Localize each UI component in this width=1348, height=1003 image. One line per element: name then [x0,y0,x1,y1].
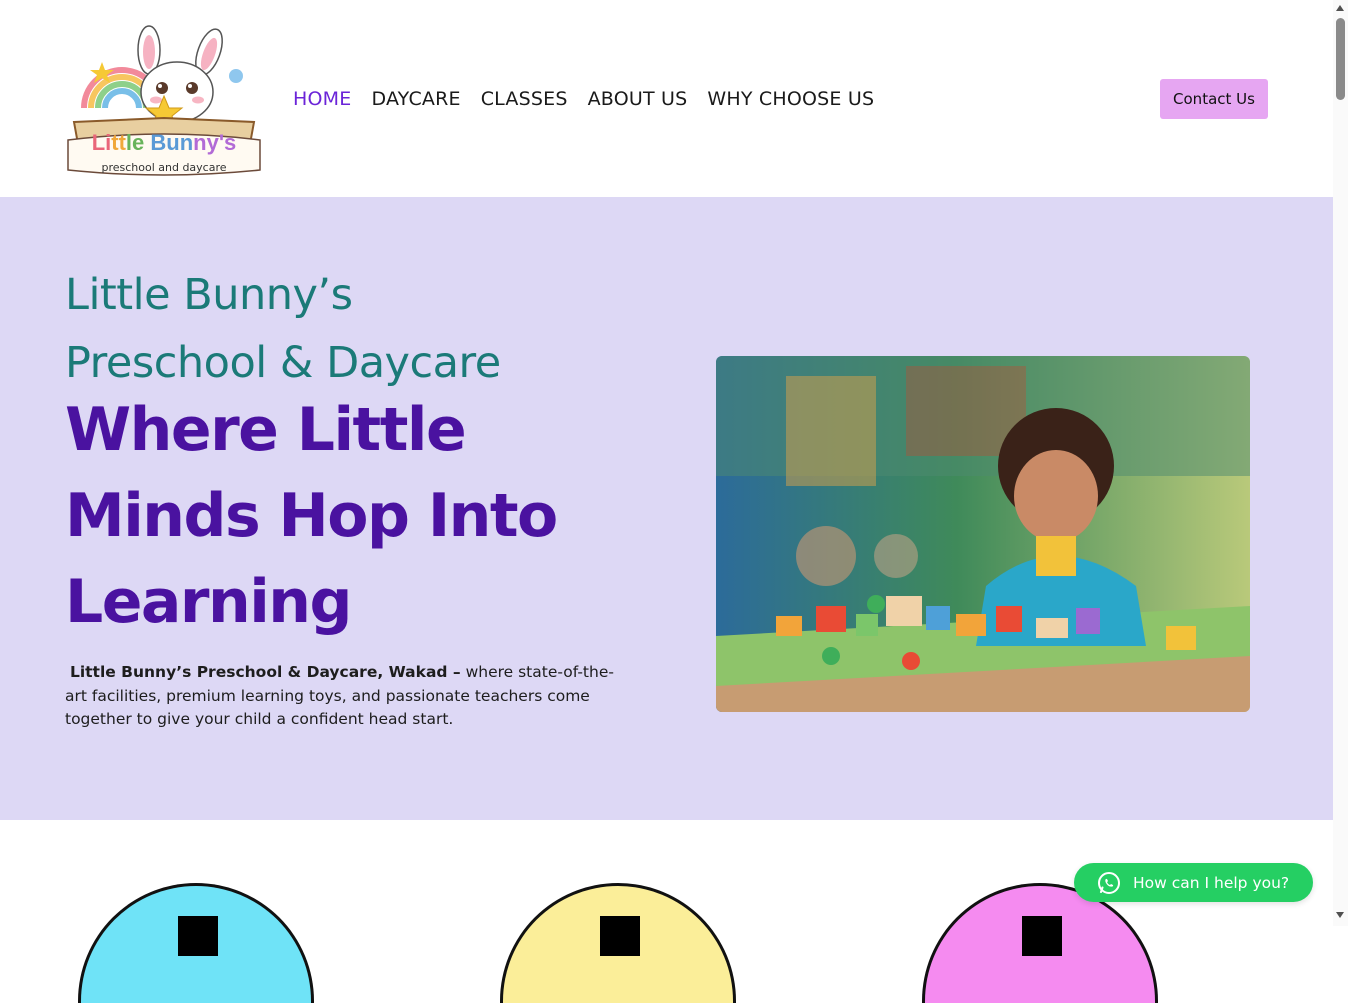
scrollbar-thumb[interactable] [1336,18,1345,100]
contact-us-button[interactable]: Contact Us [1160,79,1268,119]
whatsapp-chat-label: How can I help you? [1133,873,1290,892]
logo-subtitle: preschool and daycare [101,161,227,174]
nav-item-home[interactable]: HOME [293,86,351,112]
nav-item-why-choose-us[interactable]: WHY CHOOSE US [707,86,874,112]
feature-card-1 [78,883,314,1003]
hero-title-line-2: Minds Hop Into [65,481,558,551]
nav-item-classes[interactable]: CLASSES [481,86,568,112]
hero-description: Little Bunny’s Preschool & Daycare, Waka… [65,661,635,732]
whatsapp-icon [1098,871,1120,894]
hero-subtitle-line-1: Little Bunny’s [65,270,353,320]
site-header: Little Bunny's preschool and daycare HOM… [0,0,1333,197]
hero-image [716,356,1250,712]
hero-section: Little Bunny’s Preschool & Daycare Where… [0,197,1333,820]
hero-title-line-3: Learning [65,567,352,637]
feature-icon-3 [1022,916,1062,956]
hero-title-line-1: Where Little [65,395,467,465]
hero-description-bold: Little Bunny’s Preschool & Daycare, Waka… [69,663,461,681]
hero-title: Where Little Minds Hop Into Learning [65,387,665,645]
scroll-down-arrow-icon[interactable] [1336,912,1344,918]
site-logo[interactable]: Little Bunny's preschool and daycare [64,22,264,176]
feature-card-2 [500,883,736,1003]
main-nav: HOME DAYCARE CLASSES ABOUT US WHY CHOOSE… [293,86,874,112]
feature-icon-1 [178,916,218,956]
child-playing-blocks-image [716,356,1250,712]
whatsapp-chat-button[interactable]: How can I help you? [1074,863,1313,902]
scroll-up-arrow-icon[interactable] [1336,5,1344,11]
hero-subtitle: Little Bunny’s Preschool & Daycare [65,261,625,397]
feature-icon-2 [600,916,640,956]
nav-item-daycare[interactable]: DAYCARE [371,86,460,112]
page-scrollbar[interactable] [1333,0,1348,926]
nav-item-about-us[interactable]: ABOUT US [588,86,688,112]
logo-title: Little Bunny's [91,130,237,155]
